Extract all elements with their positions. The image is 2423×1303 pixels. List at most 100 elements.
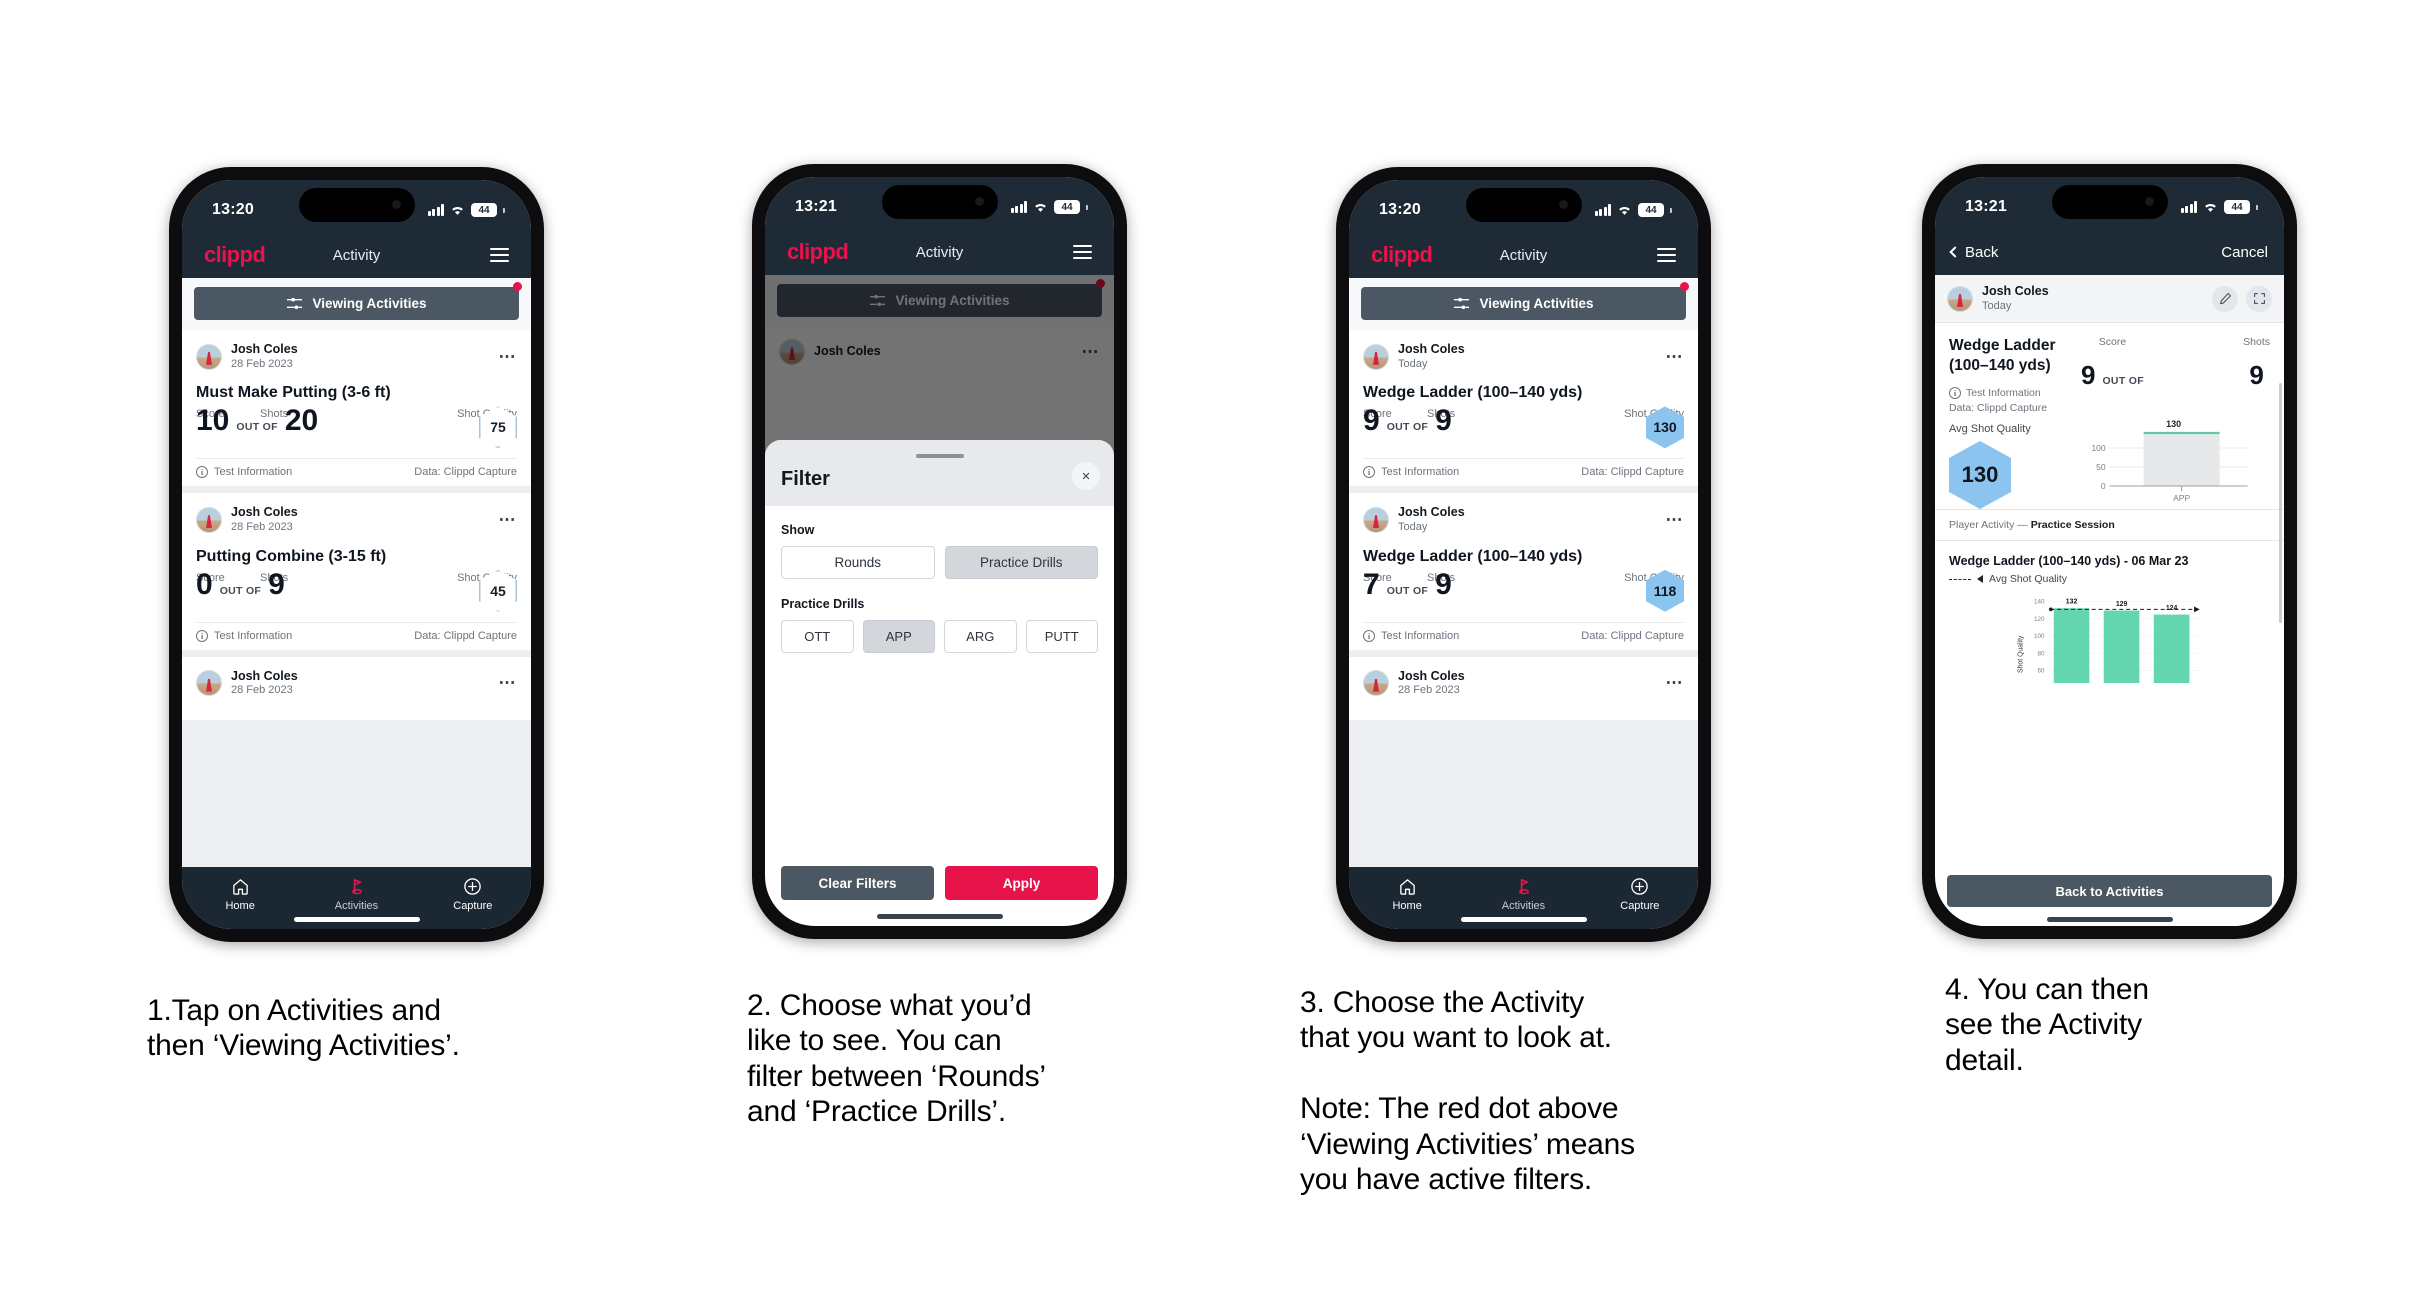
info-icon: i: [196, 629, 208, 642]
home-indicator-area: [1935, 910, 2284, 926]
out-of-label: OUT OF: [219, 584, 262, 597]
clear-filters-button[interactable]: Clear Filters: [781, 866, 934, 900]
tab-home[interactable]: Home: [182, 876, 298, 912]
home-icon: [1349, 876, 1465, 897]
tab-activities[interactable]: Activities: [1465, 876, 1581, 912]
test-information-label: Test Information: [214, 629, 293, 642]
activity-card[interactable]: Josh Coles 28 Feb 2023 ⋯ Must Make Putti…: [182, 330, 531, 487]
status-bar: 13:21 44: [1935, 177, 2284, 229]
activity-card[interactable]: Josh Coles 28 Feb 2023 ⋯: [1349, 656, 1698, 721]
card-menu-icon[interactable]: ⋯: [499, 347, 518, 364]
viewing-activities-button[interactable]: Viewing Activities: [1361, 287, 1686, 320]
card-header: Josh Coles Today ⋯: [1363, 342, 1684, 371]
phone-1-screen: 13:20 44 clippd Activity Viewing Activit…: [182, 180, 531, 929]
shots-value: 9: [1435, 404, 1452, 438]
tab-home-label: Home: [225, 900, 255, 912]
out-of-label: OUT OF: [1386, 421, 1429, 434]
cancel-button[interactable]: Cancel: [2221, 244, 2268, 261]
tab-home[interactable]: Home: [1349, 876, 1465, 912]
option-rounds[interactable]: Rounds: [781, 546, 935, 579]
status-bar: 13:20 44: [1349, 180, 1698, 232]
card-footer: i Test Information Data: Clippd Capture: [196, 621, 517, 650]
tab-activities[interactable]: Activities: [298, 876, 414, 912]
card-header: Josh Coles 28 Feb 2023 ⋯: [1363, 669, 1684, 698]
status-indicators: 44: [1594, 203, 1672, 217]
detail-shots: Shots 9: [2243, 336, 2270, 414]
viewing-activities-button[interactable]: Viewing Activities: [194, 287, 519, 320]
activity-card[interactable]: Josh Coles 28 Feb 2023 ⋯: [182, 656, 531, 721]
ytick-100: 100: [2034, 633, 2045, 640]
scrollbar[interactable]: [2279, 383, 2282, 624]
activity-card[interactable]: Josh Coles 28 Feb 2023 ⋯ Putting Combine…: [182, 493, 531, 650]
sheet-grabber[interactable]: [915, 454, 964, 458]
option-app[interactable]: APP: [862, 620, 935, 653]
status-indicators: 44: [1010, 200, 1088, 214]
close-icon[interactable]: ×: [1072, 462, 1100, 490]
card-menu-icon[interactable]: ⋯: [1666, 674, 1685, 691]
status-time: 13:20: [212, 201, 254, 218]
expand-icon[interactable]: [2246, 285, 2272, 312]
activity-feed[interactable]: Josh Coles 28 Feb 2023 ⋯ Must Make Putti…: [182, 330, 531, 867]
battery-tip-icon: [2256, 204, 2258, 210]
activity-feed[interactable]: Josh Coles Today ⋯ Wedge Ladder (100–140…: [1349, 330, 1698, 867]
page-title: Activity: [915, 243, 964, 261]
avatar: [1947, 285, 1973, 312]
tab-capture[interactable]: Capture: [1582, 876, 1698, 912]
activity-date: 28 Feb 2023: [231, 684, 293, 697]
activity-date: Today: [1398, 521, 1428, 533]
avatar: [1363, 343, 1389, 370]
activity-title: Must Make Putting (3-6 ft): [196, 384, 391, 402]
option-practice-drills[interactable]: Practice Drills: [944, 546, 1098, 579]
shot-quality-badge: 118: [1646, 569, 1684, 612]
card-divider: [1349, 649, 1698, 657]
mini-chart-svg: 130 100 50 0 APP: [2091, 419, 2248, 503]
edit-icon[interactable]: [2212, 285, 2238, 312]
menu-icon[interactable]: [1657, 248, 1676, 262]
option-ott[interactable]: OTT: [781, 620, 854, 653]
activity-card[interactable]: Josh Coles Today ⋯ Wedge Ladder (100–140…: [1349, 330, 1698, 487]
tab-capture[interactable]: Capture: [415, 876, 531, 912]
chevron-left-icon: [1949, 246, 1961, 258]
user-name: Josh Coles: [1982, 284, 2049, 298]
dynamic-island: [1465, 188, 1582, 222]
status-time: 13:21: [795, 198, 837, 215]
cellular-signal-icon: [427, 204, 444, 216]
legend-arrow-icon: [1977, 575, 1983, 584]
card-menu-icon[interactable]: ⋯: [1666, 511, 1685, 528]
info-icon: i: [1949, 387, 1961, 400]
menu-icon[interactable]: [1073, 245, 1092, 259]
option-putt[interactable]: PUTT: [1025, 620, 1098, 653]
test-information-label: Test Information: [214, 466, 293, 479]
detail-nav-bar: Back Cancel: [1935, 229, 2284, 275]
caption-step-1: 1.Tap on Activities and then ‘Viewing Ac…: [147, 994, 460, 1063]
show-options: Rounds Practice Drills: [781, 546, 1098, 579]
tab-capture-label: Capture: [1620, 900, 1660, 912]
bottom-tab-bar: Home Activities Capture: [1349, 867, 1698, 929]
page-title: Activity: [332, 246, 381, 264]
detail-score: Score 9 OUT OF: [2081, 336, 2144, 414]
card-menu-icon[interactable]: ⋯: [499, 674, 518, 691]
back-to-activities-button[interactable]: Back to Activities: [1947, 875, 2272, 907]
apply-button[interactable]: Apply: [945, 866, 1098, 900]
battery-tip-icon: [1670, 207, 1672, 213]
shots-value: 9: [268, 567, 285, 601]
plus-circle-icon: [1582, 876, 1698, 897]
option-arg[interactable]: ARG: [944, 620, 1017, 653]
shots-label: Shots: [2243, 336, 2270, 349]
bar-3: [2153, 614, 2190, 684]
activity-title: Wedge Ladder (100–140 yds): [1363, 547, 1583, 565]
activity-card[interactable]: Josh Coles Today ⋯ Wedge Ladder (100–140…: [1349, 493, 1698, 650]
data-source-label: Data: Clippd Capture: [1949, 402, 2048, 415]
back-button[interactable]: Back: [1949, 244, 1998, 261]
page-title: Activity: [1499, 246, 1548, 264]
shots-value: 9: [2249, 360, 2264, 391]
menu-icon[interactable]: [490, 248, 509, 262]
card-menu-icon[interactable]: ⋯: [499, 511, 518, 528]
user-name: Josh Coles: [1398, 505, 1465, 520]
section-bold: Practice Session: [2030, 519, 2115, 532]
bar-label-1: 132: [2066, 599, 2078, 606]
card-menu-icon[interactable]: ⋯: [1666, 347, 1685, 364]
status-bar: 13:20 44: [182, 180, 531, 232]
detail-body[interactable]: Wedge Ladder (100–140 yds) i Test Inform…: [1935, 323, 2284, 875]
shots-value: 20: [284, 404, 319, 438]
